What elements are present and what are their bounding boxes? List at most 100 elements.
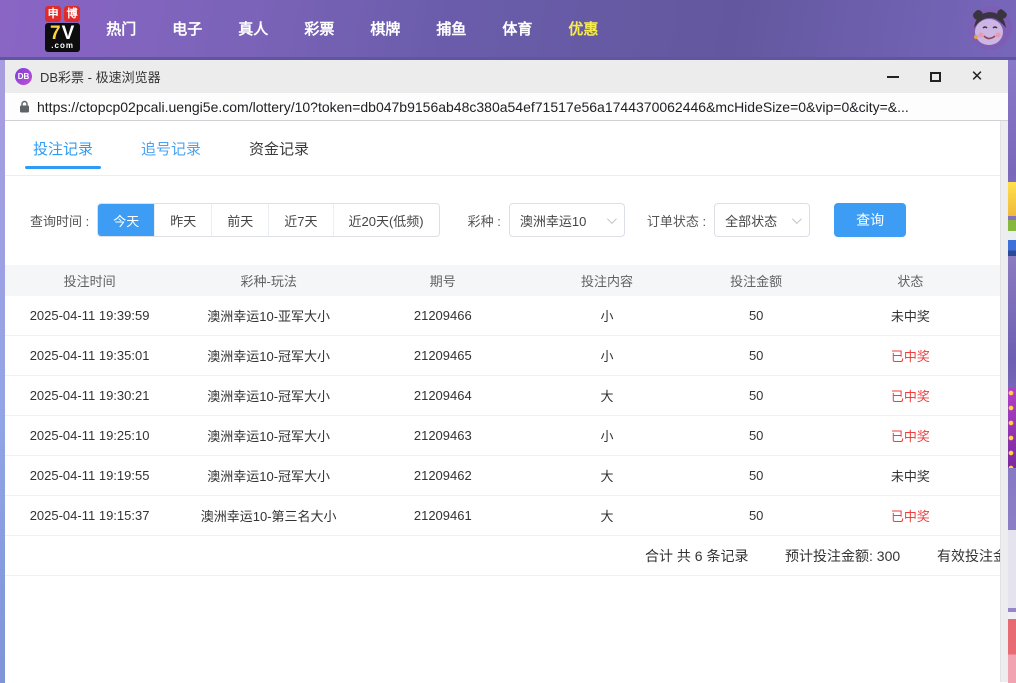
cell-bet-time: 2025-04-11 19:30:21 <box>5 388 174 403</box>
background-game-graphic <box>1008 220 1016 256</box>
cell-status: 未中奖 <box>821 466 1000 485</box>
table-row: 2025-04-11 19:15:37 澳洲幸运10-第三名大小 2120946… <box>5 496 1000 536</box>
bet-records-table: 投注时间彩种-玩法期号投注内容投注金额状态 2025-04-11 19:39:5… <box>5 265 1000 576</box>
record-tabs: 投注记录追号记录资金记录 <box>5 121 1008 176</box>
cell-bet-time: 2025-04-11 19:15:37 <box>5 508 174 523</box>
column-header: 投注内容 <box>522 271 691 290</box>
minimize-button[interactable] <box>872 60 914 93</box>
table-row: 2025-04-11 19:25:10 澳洲幸运10-冠军大小 21209463… <box>5 416 1000 456</box>
maximize-button[interactable] <box>914 60 956 93</box>
time-option-20days-low-freq[interactable]: 近20天(低频) <box>333 204 439 236</box>
cell-game-play: 澳洲幸运10-冠军大小 <box>174 386 363 405</box>
browser-window: DB DB彩票 - 极速浏览器 ✕ https://ctopcp02pcali.… <box>5 60 1008 683</box>
site-logo[interactable]: 申 博 7V .com <box>45 6 80 52</box>
column-header: 状态 <box>821 271 1000 290</box>
window-title: DB彩票 - 极速浏览器 <box>40 67 161 86</box>
cell-bet-content: 小 <box>522 346 691 365</box>
logo-brand: 7V .com <box>45 23 80 52</box>
cell-issue-number: 21209463 <box>363 428 522 443</box>
logo-brand-suffix: .com <box>50 42 75 50</box>
cell-status: 已中奖 <box>821 346 1000 365</box>
nav-item-lottery[interactable]: 彩票 <box>304 18 334 39</box>
cell-issue-number: 21209462 <box>363 468 522 483</box>
nav-item-live[interactable]: 真人 <box>238 18 268 39</box>
cell-bet-content: 大 <box>522 466 691 485</box>
logo-badges: 申 博 <box>45 6 80 22</box>
cell-status: 已中奖 <box>821 426 1000 445</box>
search-button[interactable]: 查询 <box>834 203 906 237</box>
tab-bet-records[interactable]: 投注记录 <box>33 121 93 175</box>
site-nav-items: 热门 电子 真人 彩票 棋牌 捕鱼 体育 优惠 <box>106 18 598 39</box>
maximize-icon <box>930 72 941 82</box>
app-icon: DB <box>15 68 32 85</box>
tab-fund-records[interactable]: 资金记录 <box>249 121 309 175</box>
cell-bet-amount: 50 <box>692 468 821 483</box>
summary-valid-amount: 有效投注金 <box>937 536 1000 576</box>
table-row: 2025-04-11 19:30:21 澳洲幸运10-冠军大小 21209464… <box>5 376 1000 416</box>
nav-item-slots[interactable]: 电子 <box>172 18 202 39</box>
cell-issue-number: 21209464 <box>363 388 522 403</box>
cell-bet-time: 2025-04-11 19:39:59 <box>5 308 174 323</box>
cell-bet-time: 2025-04-11 19:19:55 <box>5 468 174 483</box>
background-panel-graphic <box>1008 530 1016 608</box>
cell-game-play: 澳洲幸运10-冠军大小 <box>174 346 363 365</box>
cell-bet-amount: 50 <box>692 428 821 443</box>
nav-item-promo[interactable]: 优惠 <box>568 18 598 39</box>
cell-bet-content: 大 <box>522 386 691 405</box>
chevron-down-icon <box>607 214 617 224</box>
filter-toolbar: 查询时间 : 今天昨天前天近7天近20天(低频) 彩种 : 澳洲幸运10 订单状… <box>5 203 1008 237</box>
nav-item-fishing[interactable]: 捕鱼 <box>436 18 466 39</box>
column-header: 投注金额 <box>692 271 821 290</box>
cell-bet-content: 小 <box>522 426 691 445</box>
column-header: 彩种-玩法 <box>174 271 363 290</box>
close-button[interactable]: ✕ <box>956 60 998 93</box>
cell-game-play: 澳洲幸运10-第三名大小 <box>174 506 363 525</box>
cell-game-play: 澳洲幸运10-冠军大小 <box>174 466 363 485</box>
table-row: 2025-04-11 19:35:01 澳洲幸运10-冠军大小 21209465… <box>5 336 1000 376</box>
cell-issue-number: 21209461 <box>363 508 522 523</box>
avatar-illustration <box>968 6 1012 50</box>
summary-expected-amount: 预计投注金额: 300 <box>785 536 900 576</box>
cell-bet-content: 小 <box>522 306 691 325</box>
time-option-day-before[interactable]: 前天 <box>211 204 268 236</box>
desktop-background-right <box>1008 60 1016 683</box>
address-bar[interactable]: https://ctopcp02pcali.uengi5e.com/lotter… <box>5 93 1008 121</box>
cell-bet-amount: 50 <box>692 308 821 323</box>
cell-bet-content: 大 <box>522 506 691 525</box>
background-red-graphic <box>1008 612 1016 683</box>
time-option-today[interactable]: 今天 <box>98 204 154 236</box>
window-title-bar[interactable]: DB DB彩票 - 极速浏览器 ✕ <box>5 60 1008 93</box>
lottery-select-value: 澳洲幸运10 <box>520 211 586 230</box>
tab-chase-records[interactable]: 追号记录 <box>141 121 201 175</box>
status-select-value: 全部状态 <box>725 211 777 230</box>
table-body: 2025-04-11 19:39:59 澳洲幸运10-亚军大小 21209466… <box>5 296 1000 536</box>
nav-item-sports[interactable]: 体育 <box>502 18 532 39</box>
nav-item-chess[interactable]: 棋牌 <box>370 18 400 39</box>
chevron-down-icon <box>792 214 802 224</box>
cell-issue-number: 21209465 <box>363 348 522 363</box>
minimize-icon <box>887 76 899 78</box>
url-text: https://ctopcp02pcali.uengi5e.com/lotter… <box>37 99 909 115</box>
background-star-graphic <box>1008 182 1016 216</box>
background-beads-graphic <box>1008 388 1016 468</box>
time-option-yesterday[interactable]: 昨天 <box>154 204 211 236</box>
cell-game-play: 澳洲幸运10-冠军大小 <box>174 426 363 445</box>
cell-bet-time: 2025-04-11 19:25:10 <box>5 428 174 443</box>
user-avatar[interactable] <box>968 6 1012 50</box>
table-row: 2025-04-11 19:39:59 澳洲幸运10-亚军大小 21209466… <box>5 296 1000 336</box>
time-option-7days[interactable]: 近7天 <box>268 204 332 236</box>
cell-status: 未中奖 <box>821 306 1000 325</box>
cell-game-play: 澳洲幸运10-亚军大小 <box>174 306 363 325</box>
lock-icon <box>19 100 30 113</box>
time-filter-group: 今天昨天前天近7天近20天(低频) <box>97 203 439 237</box>
nav-item-hot[interactable]: 热门 <box>106 18 136 39</box>
cell-issue-number: 21209466 <box>363 308 522 323</box>
logo-badge-left: 申 <box>45 6 61 22</box>
site-top-bar: 申 博 7V .com 热门 电子 真人 彩票 棋牌 捕鱼 体育 优惠 <box>0 0 1016 60</box>
lottery-select[interactable]: 澳洲幸运10 <box>509 203 625 237</box>
order-status-select[interactable]: 全部状态 <box>714 203 810 237</box>
cell-status: 已中奖 <box>821 506 1000 525</box>
table-row: 2025-04-11 19:19:55 澳洲幸运10-冠军大小 21209462… <box>5 456 1000 496</box>
cell-bet-amount: 50 <box>692 508 821 523</box>
scrollbar[interactable] <box>1000 121 1008 682</box>
